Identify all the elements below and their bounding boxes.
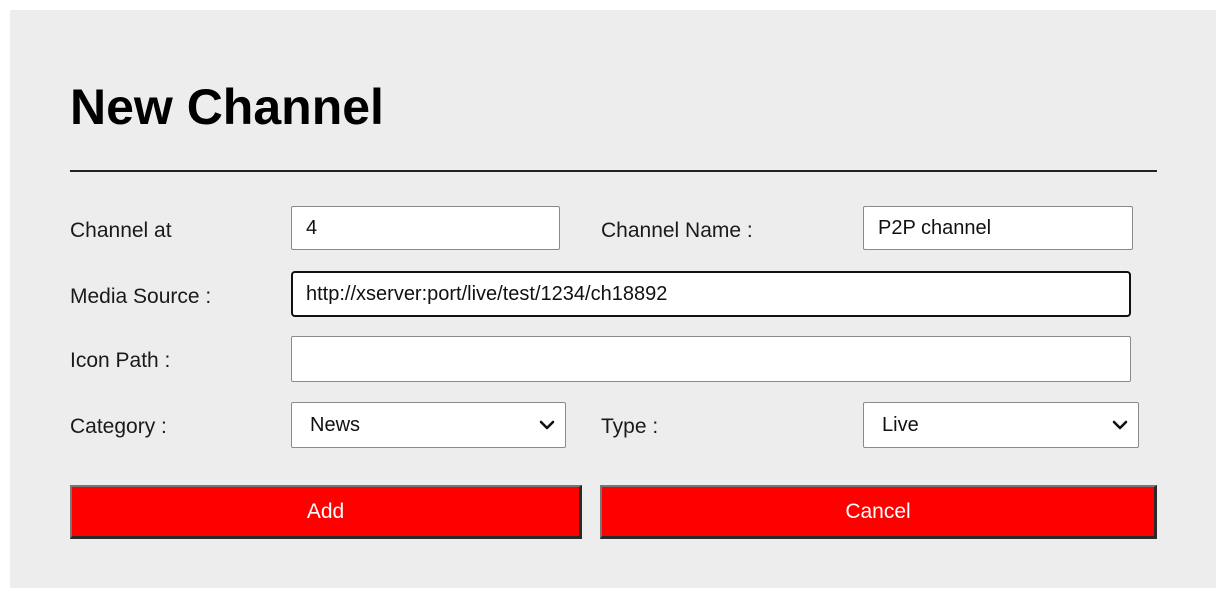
- type-select[interactable]: Live: [863, 402, 1139, 448]
- new-channel-panel: New Channel Channel at Channel Name : Me…: [10, 10, 1216, 588]
- add-button[interactable]: Add: [70, 485, 582, 539]
- channel-at-input[interactable]: [291, 206, 560, 250]
- media-source-input[interactable]: [291, 271, 1131, 317]
- title-divider: [70, 170, 1157, 172]
- category-select[interactable]: News: [291, 402, 566, 448]
- media-source-label: Media Source :: [70, 285, 212, 308]
- page-title: New Channel: [70, 79, 384, 135]
- type-label: Type :: [601, 415, 659, 438]
- cancel-button[interactable]: Cancel: [600, 485, 1157, 539]
- chevron-down-icon: [1112, 420, 1128, 430]
- type-selected-value: Live: [882, 413, 919, 436]
- category-selected-value: News: [310, 413, 361, 436]
- chevron-down-icon: [539, 420, 555, 430]
- category-label: Category :: [70, 415, 167, 438]
- icon-path-label: Icon Path :: [70, 349, 171, 372]
- channel-name-input[interactable]: [863, 206, 1133, 250]
- channel-at-label: Channel at: [70, 219, 172, 242]
- channel-name-label: Channel Name :: [601, 219, 753, 242]
- icon-path-input[interactable]: [291, 336, 1131, 382]
